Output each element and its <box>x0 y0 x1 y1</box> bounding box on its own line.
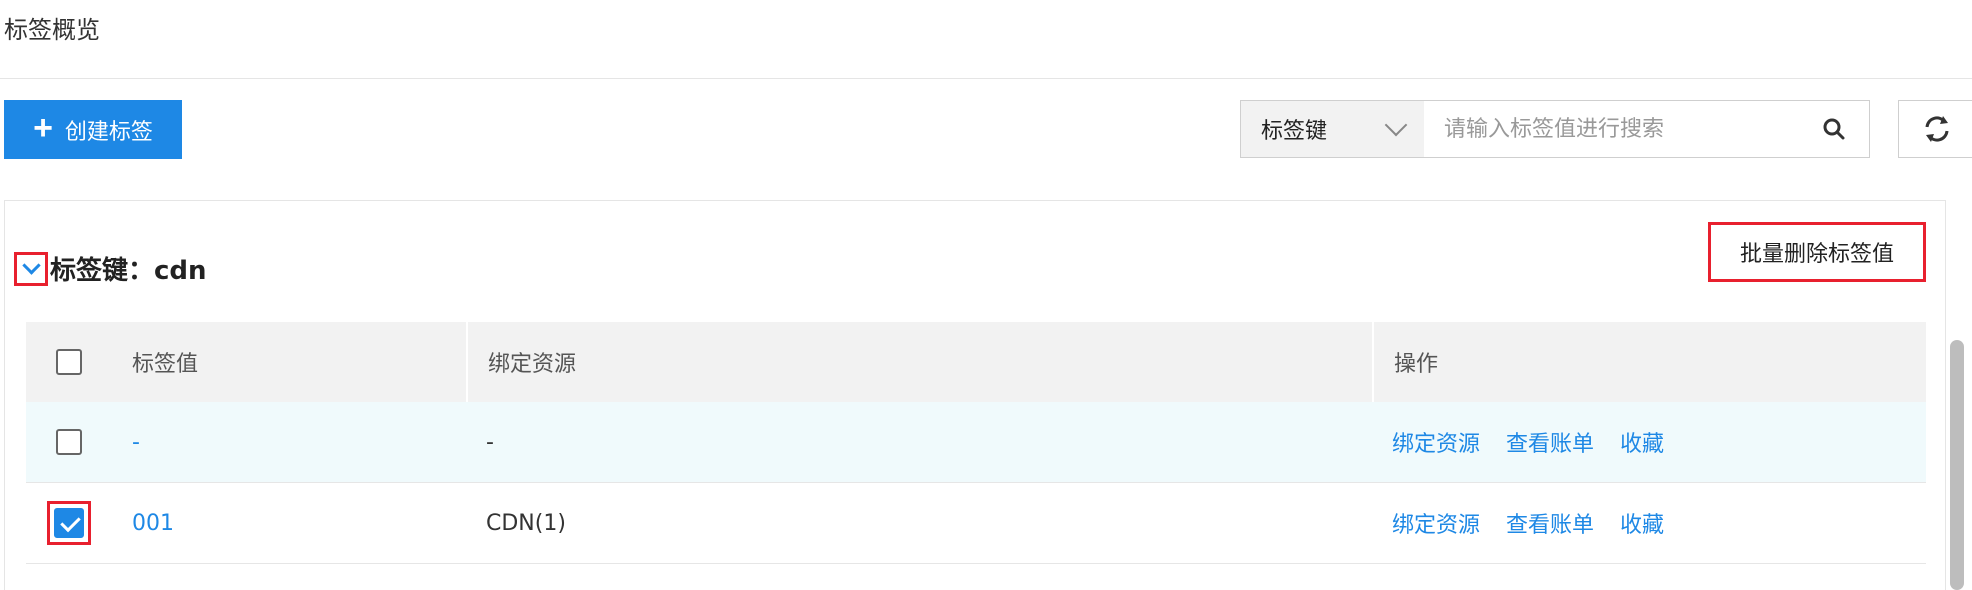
tag-group-header: 标签键：cdn <box>14 250 207 287</box>
search-box: 标签键 <box>1240 100 1870 158</box>
chevron-down-icon <box>1384 113 1408 137</box>
favorite-link[interactable]: 收藏 <box>1620 426 1664 458</box>
search-icon[interactable] <box>1799 101 1869 157</box>
table-header: 标签值 绑定资源 操作 <box>26 322 1926 402</box>
tag-value-link[interactable]: 001 <box>112 511 466 536</box>
view-bill-link[interactable]: 查看账单 <box>1506 426 1594 458</box>
tag-group-title: 标签键：cdn <box>50 256 207 286</box>
favorite-link[interactable]: 收藏 <box>1620 507 1664 539</box>
header-actions: 操作 <box>1372 322 1926 402</box>
bound-resource: CDN(1) <box>486 510 566 536</box>
header-divider <box>0 78 1972 79</box>
header-resource: 绑定资源 <box>466 322 1372 402</box>
row-checkbox[interactable] <box>54 508 84 538</box>
batch-delete-button[interactable]: 批量删除标签值 <box>1708 222 1926 282</box>
search-key-select[interactable]: 标签键 <box>1241 101 1424 157</box>
refresh-button[interactable] <box>1898 100 1972 158</box>
tag-value-table: 标签值 绑定资源 操作 - - 绑定资源 查看账单 收藏 001 CDN(1) … <box>26 322 1926 564</box>
refresh-icon <box>1925 116 1949 142</box>
header-value: 标签值 <box>132 352 199 377</box>
select-all-checkbox[interactable] <box>56 349 82 375</box>
bound-resource: - <box>486 429 494 455</box>
bind-resource-link[interactable]: 绑定资源 <box>1392 426 1480 458</box>
bind-resource-link[interactable]: 绑定资源 <box>1392 507 1480 539</box>
plus-icon: + <box>33 109 53 147</box>
page-title: 标签概览 <box>4 16 100 44</box>
table-row: 001 CDN(1) 绑定资源 查看账单 收藏 <box>26 483 1926 564</box>
create-tag-label: 创建标签 <box>64 118 153 144</box>
search-input[interactable] <box>1424 101 1799 157</box>
table-row: - - 绑定资源 查看账单 收藏 <box>26 402 1926 483</box>
tag-value-link[interactable]: - <box>112 430 466 455</box>
create-tag-button[interactable]: + 创建标签 <box>4 100 182 159</box>
chevron-down-icon <box>21 256 41 275</box>
search-key-select-value: 标签键 <box>1261 119 1328 144</box>
collapse-toggle[interactable] <box>14 251 48 286</box>
row-checkbox-highlight <box>47 501 91 545</box>
view-bill-link[interactable]: 查看账单 <box>1506 507 1594 539</box>
vertical-scrollbar[interactable] <box>1950 340 1964 590</box>
row-checkbox[interactable] <box>56 429 82 455</box>
